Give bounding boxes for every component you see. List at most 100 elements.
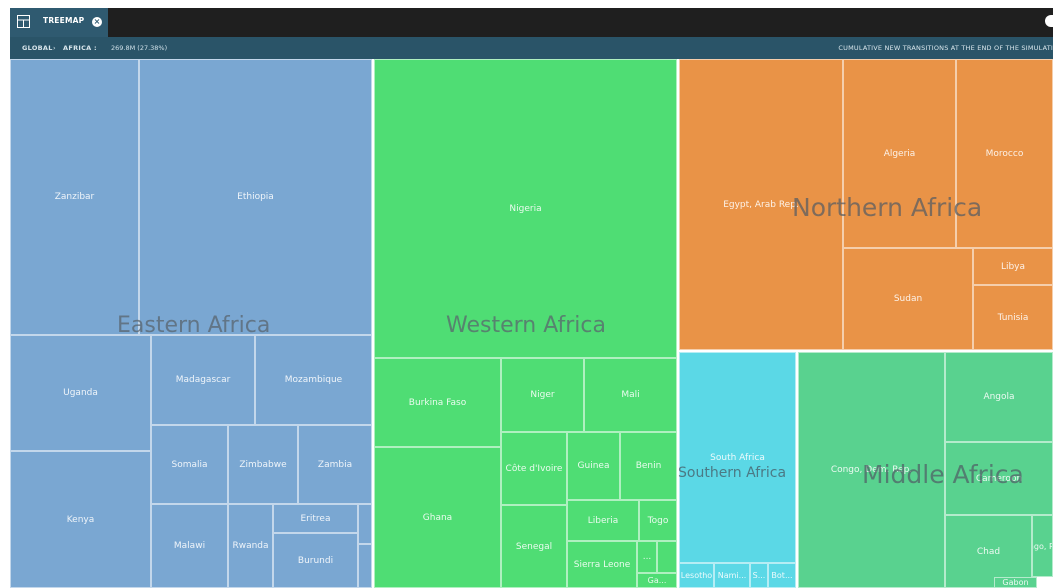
cell-gabon[interactable]: Gabon	[994, 577, 1037, 588]
cell-label: Zimbabwe	[239, 459, 287, 470]
cell-somalia[interactable]: Somalia	[151, 425, 228, 504]
cell-label: Benin	[635, 461, 662, 471]
tab-label: TREEMAP	[43, 16, 85, 25]
cell-niger[interactable]: Niger	[501, 358, 584, 432]
cell-label: Libya	[1000, 261, 1026, 272]
cell-eritrea[interactable]: Eritrea	[273, 504, 358, 533]
cell-rwanda[interactable]: Rwanda	[228, 504, 273, 588]
cell-label: Bot...	[771, 571, 793, 580]
cell-label: Burkina Faso	[408, 397, 467, 408]
cell-ghana[interactable]: Ghana	[374, 447, 501, 588]
cell-algeria[interactable]: Algeria	[843, 59, 956, 248]
treemap-icon	[17, 15, 30, 28]
cell-guinea[interactable]: Guinea	[567, 432, 620, 500]
app-window: TREEMAP × GLOBAL › AFRICA : 269.8M (27.3…	[0, 0, 1053, 588]
cell-label: Zanzibar	[54, 192, 95, 202]
breadcrumb-global[interactable]: GLOBAL	[22, 44, 53, 52]
cell-label: Zambia	[317, 459, 353, 470]
cell-kenya[interactable]: Kenya	[10, 451, 151, 588]
cell-congo-dem-rep[interactable]: Congo, Dem. Rep.	[798, 352, 945, 588]
treemap: Zanzibar Ethiopia Uganda Madagascar Moza…	[10, 59, 1053, 588]
cell-label: Somalia	[171, 459, 208, 470]
breadcrumb-africa[interactable]: AFRICA :	[63, 44, 97, 52]
breadcrumb-value: 269.8M (27.38%)	[111, 44, 168, 52]
cell-label: Nigeria	[509, 203, 542, 214]
cell-label: Mali	[621, 390, 640, 400]
cell-label: Uganda	[63, 388, 98, 398]
cell-label: Algeria	[883, 148, 916, 159]
cell-s[interactable]: S...	[750, 563, 768, 588]
cell-ga[interactable]: Ga...	[637, 573, 677, 588]
cell-zanzibar[interactable]: Zanzibar	[10, 59, 139, 335]
cell-zambia[interactable]: Zambia	[298, 425, 372, 504]
cell-morocco[interactable]: Morocco	[956, 59, 1053, 248]
cell-label: Congo, Rep.	[1033, 541, 1052, 551]
cell-madagascar[interactable]: Madagascar	[151, 335, 255, 425]
cell-senegal[interactable]: Senegal	[501, 505, 567, 588]
cell-malawi[interactable]: Malawi	[151, 504, 228, 588]
cell-south-africa[interactable]: South Africa	[679, 352, 796, 563]
cell-label: Côte d'Ivoire	[505, 463, 563, 474]
metric-title: CUMULATIVE NEW TRANSITIONS AT THE END OF…	[838, 44, 1053, 52]
cell-label: Cameroon	[975, 473, 1023, 484]
cell-label: Liberia	[587, 515, 619, 526]
cell-ethiopia[interactable]: Ethiopia	[139, 59, 372, 335]
cell-sierra-leone[interactable]: Sierra Leone	[567, 541, 637, 588]
cell-label: Congo, Dem. Rep.	[830, 465, 913, 475]
cell-label: Rwanda	[232, 541, 269, 551]
options-icon[interactable]	[1045, 15, 1053, 27]
cell-label: Gabon	[1002, 578, 1029, 587]
cell-libya[interactable]: Libya	[973, 248, 1053, 285]
cell-small[interactable]	[358, 504, 372, 544]
cell-label: Madagascar	[175, 375, 231, 385]
cell-sudan[interactable]: Sudan	[843, 248, 973, 350]
cell-egypt[interactable]: Egypt, Arab Rep.	[679, 59, 843, 350]
cell-label: Ghana	[422, 512, 453, 523]
cell-label: Nami...	[717, 571, 747, 580]
cell-label: Eritrea	[300, 513, 331, 524]
cell-label: Ethiopia	[237, 192, 274, 202]
cell-burkina-faso[interactable]: Burkina Faso	[374, 358, 501, 447]
cell-label: Ga...	[647, 576, 667, 585]
cell-label: Sudan	[893, 294, 923, 304]
cell-liberia[interactable]: Liberia	[567, 500, 639, 541]
cell-label: Sierra Leone	[573, 559, 631, 570]
cell-label: South Africa	[710, 452, 765, 463]
cell-benin[interactable]: Benin	[620, 432, 677, 500]
cell-label: Senegal	[515, 541, 553, 552]
cell-zimbabwe[interactable]: Zimbabwe	[228, 425, 298, 504]
cell-label: Chad	[976, 546, 1001, 557]
cell-tunisia[interactable]: Tunisia	[973, 285, 1053, 350]
cell-lesotho[interactable]: Lesotho	[679, 563, 714, 588]
cell-label: Togo	[647, 515, 669, 526]
title-bar: TREEMAP ×	[10, 8, 1053, 37]
cell-label: Burundi	[297, 555, 334, 566]
cell-togo[interactable]: Togo	[639, 500, 677, 541]
cell-angola[interactable]: Angola	[945, 352, 1053, 442]
cell-uganda[interactable]: Uganda	[10, 335, 151, 451]
cell-more[interactable]: ...	[637, 541, 657, 573]
cell-namibia[interactable]: Nami...	[714, 563, 750, 588]
cell-label: Lesotho	[680, 571, 713, 580]
cell-label: Morocco	[985, 148, 1024, 159]
cell-cote-divoire[interactable]: Côte d'Ivoire	[501, 432, 567, 505]
cell-label: Guinea	[577, 461, 610, 471]
close-icon[interactable]: ×	[92, 17, 102, 27]
cell-label: ...	[642, 552, 652, 562]
cell-label: Egypt, Arab Rep.	[723, 199, 799, 210]
cell-burundi[interactable]: Burundi	[273, 533, 358, 588]
cell-label: Tunisia	[997, 312, 1029, 323]
cell-mozambique[interactable]: Mozambique	[255, 335, 372, 425]
cell-botswana[interactable]: Bot...	[768, 563, 796, 588]
cell-cameroon[interactable]: Cameroon	[945, 442, 1053, 515]
cell-small[interactable]	[358, 544, 372, 588]
cell-label: Mozambique	[284, 375, 343, 385]
cell-congo-rep[interactable]: Congo, Rep.	[1032, 515, 1053, 577]
cell-label: Kenya	[66, 514, 95, 525]
cell-label: Malawi	[173, 541, 206, 551]
cell-label: Angola	[983, 392, 1015, 402]
cell-nigeria[interactable]: Nigeria	[374, 59, 677, 358]
cell-small[interactable]	[657, 541, 677, 573]
cell-mali[interactable]: Mali	[584, 358, 677, 432]
tab-treemap[interactable]: TREEMAP ×	[10, 8, 108, 37]
